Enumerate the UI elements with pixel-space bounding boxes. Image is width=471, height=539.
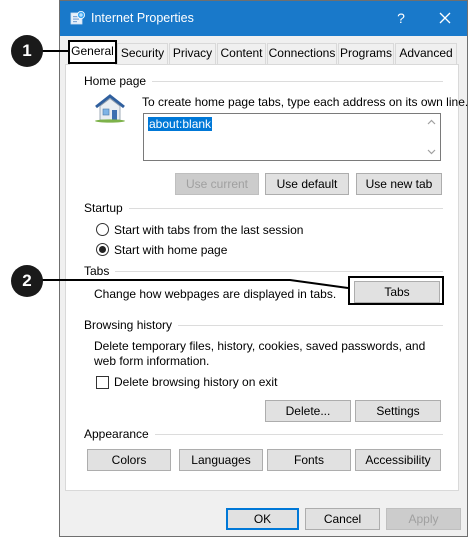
home-page-address-input[interactable]: about:blank bbox=[143, 113, 441, 161]
accessibility-button[interactable]: Accessibility bbox=[355, 449, 441, 471]
internet-properties-dialog: Internet Properties ? General Security P… bbox=[59, 0, 468, 537]
tabs-heading: Tabs bbox=[84, 264, 116, 278]
home-page-instruction: To create home page tabs, type each addr… bbox=[142, 95, 469, 109]
tab-advanced[interactable]: Advanced bbox=[395, 43, 457, 64]
close-icon[interactable] bbox=[430, 7, 460, 29]
tab-connections[interactable]: Connections bbox=[267, 43, 337, 64]
colors-button[interactable]: Colors bbox=[87, 449, 171, 471]
ok-button[interactable]: OK bbox=[226, 508, 299, 530]
tab-security[interactable]: Security bbox=[117, 43, 168, 64]
window-title: Internet Properties bbox=[91, 11, 194, 25]
home-page-heading: Home page bbox=[84, 74, 153, 88]
appearance-heading: Appearance bbox=[84, 427, 155, 441]
startup-heading: Startup bbox=[84, 201, 129, 215]
languages-button[interactable]: Languages bbox=[179, 449, 263, 471]
delete-history-button[interactable]: Delete... bbox=[265, 400, 351, 422]
browsing-history-description: Delete temporary files, history, cookies… bbox=[94, 339, 426, 368]
callout-2-leader bbox=[42, 279, 349, 289]
use-current-button[interactable]: Use current bbox=[175, 173, 259, 195]
tab-programs[interactable]: Programs bbox=[338, 43, 394, 64]
apply-button[interactable]: Apply bbox=[386, 508, 461, 530]
home-page-address-value: about:blank bbox=[148, 117, 213, 131]
cancel-button[interactable]: Cancel bbox=[305, 508, 380, 530]
callout-1-leader bbox=[42, 50, 68, 52]
fonts-button[interactable]: Fonts bbox=[267, 449, 351, 471]
callout-2: 2 bbox=[11, 265, 43, 297]
delete-on-exit-checkbox[interactable] bbox=[96, 376, 109, 389]
tabs-divider bbox=[86, 271, 443, 272]
callout-1-highlight bbox=[68, 40, 117, 64]
startup-last-session-label: Start with tabs from the last session bbox=[114, 223, 304, 237]
home-icon bbox=[95, 94, 125, 123]
delete-on-exit-label: Delete browsing history on exit bbox=[114, 375, 278, 389]
scroll-up-icon[interactable] bbox=[427, 119, 436, 125]
history-settings-button[interactable]: Settings bbox=[355, 400, 441, 422]
title-bar[interactable]: Internet Properties ? bbox=[60, 1, 467, 36]
scroll-down-icon[interactable] bbox=[427, 149, 436, 155]
use-new-tab-button[interactable]: Use new tab bbox=[356, 173, 442, 195]
startup-home-page-label: Start with home page bbox=[114, 243, 228, 257]
callout-2-highlight bbox=[348, 276, 444, 305]
callout-1: 1 bbox=[11, 35, 43, 67]
help-button[interactable]: ? bbox=[386, 8, 416, 28]
address-scrollbar[interactable] bbox=[423, 114, 440, 160]
startup-last-session-radio[interactable] bbox=[96, 223, 109, 236]
use-default-button[interactable]: Use default bbox=[265, 173, 349, 195]
tab-strip: General Security Privacy Content Connect… bbox=[60, 41, 467, 65]
internet-options-icon bbox=[70, 11, 85, 25]
browsing-history-heading: Browsing history bbox=[84, 318, 179, 332]
startup-home-page-radio[interactable] bbox=[96, 243, 109, 256]
startup-divider bbox=[86, 208, 443, 209]
tab-content[interactable]: Content bbox=[217, 43, 266, 64]
tab-privacy[interactable]: Privacy bbox=[169, 43, 216, 64]
